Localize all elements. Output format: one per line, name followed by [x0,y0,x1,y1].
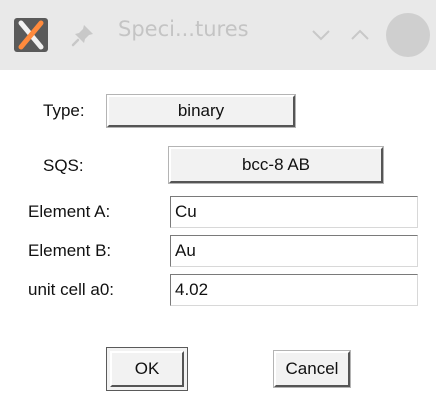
ok-button-label: OK [110,351,184,387]
pin-icon[interactable] [70,22,96,48]
sqs-label: SQS: [43,156,84,175]
element-a-label: Element A: [28,202,111,221]
sqs-option-button[interactable]: bcc-8 AB [169,147,383,183]
window-title: Speci...tures [118,17,249,41]
cancel-button[interactable]: Cancel [274,351,350,387]
unit-cell-field[interactable] [170,274,418,306]
type-option-button[interactable]: binary [107,95,295,127]
element-b-label: Element B: [28,241,112,260]
element-a-field[interactable] [170,196,418,228]
chevron-down-icon[interactable] [306,20,336,50]
title-bar[interactable]: Speci...tures [0,0,436,70]
type-label: Type: [43,101,85,120]
dialog-window: Speci...tures Type: binary SQS: bcc-8 AB… [0,0,436,401]
unit-cell-label: unit cell a0: [28,280,114,299]
chevron-up-icon[interactable] [345,20,375,50]
close-circle-icon[interactable] [386,13,430,57]
x-window-icon[interactable] [14,18,48,52]
element-b-field[interactable] [170,235,418,267]
ok-button[interactable]: OK [106,347,188,391]
